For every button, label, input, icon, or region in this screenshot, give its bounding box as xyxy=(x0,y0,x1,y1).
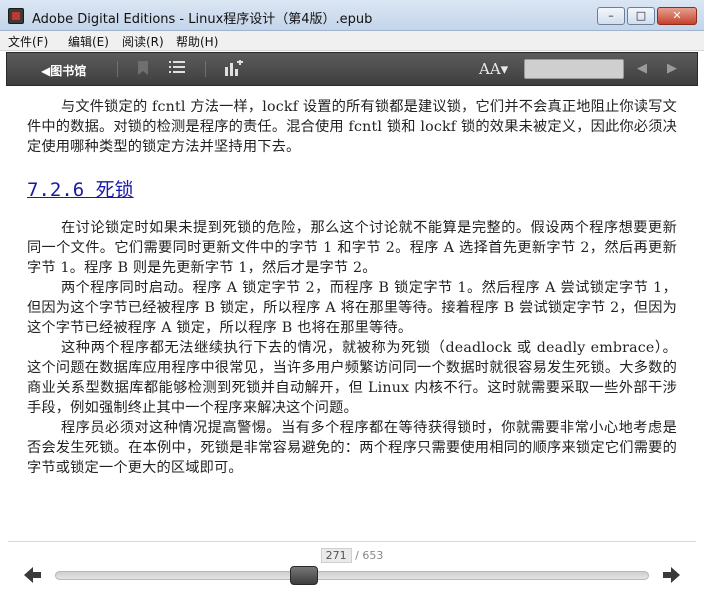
close-button[interactable]: ✕ xyxy=(657,7,697,25)
paragraph-intro: 与文件锁定的 fcntl 方法一样，lockf 设置的所有锁都是建议锁，它们并不… xyxy=(27,99,677,155)
paragraph: 程序员必须对这种情况提高警惕。当有多个程序都在等待获得锁时，你就需要非常小心地考… xyxy=(27,420,677,476)
app-icon xyxy=(8,8,24,24)
window-title: Adobe Digital Editions - Linux程序设计（第4版）.… xyxy=(32,12,373,27)
page-slider-thumb[interactable] xyxy=(289,566,318,585)
bookmark-icon[interactable] xyxy=(137,60,149,80)
toolbar-divider xyxy=(205,61,206,77)
menu-read[interactable]: 阅读(R) xyxy=(122,33,164,50)
title-bar: Adobe Digital Editions - Linux程序设计（第4版）.… xyxy=(0,0,704,31)
menu-edit[interactable]: 编辑(E) xyxy=(68,33,109,50)
arrow-right-icon[interactable] xyxy=(662,566,680,584)
paragraph: 两个程序同时启动。程序 A 锁定字节 2，而程序 B 锁定字节 1。然后程序 A… xyxy=(27,280,677,336)
search-prev-icon[interactable]: ◀ xyxy=(637,61,647,76)
page-indicator: 271 / 653 xyxy=(0,548,704,563)
footer-divider xyxy=(8,541,696,542)
maximize-button[interactable]: □ xyxy=(627,7,655,25)
page-slider[interactable] xyxy=(55,571,649,580)
minimize-button[interactable]: – xyxy=(597,7,625,25)
reader-toolbar: ◀图书馆 AA▾ ◀ ▶ xyxy=(6,52,698,86)
book-content: 与文件锁定的 fcntl 方法一样，lockf 设置的所有锁都是建议锁，它们并不… xyxy=(27,88,677,538)
total-pages: / 653 xyxy=(355,549,384,562)
paragraph: 在讨论锁定时如果未提到死锁的危险，那么这个讨论就不能算是完整的。假设两个程序想要… xyxy=(27,220,677,276)
paragraph: 这种两个程序都无法继续执行下去的情况，就被称为死锁（deadlock 或 dea… xyxy=(27,340,677,416)
library-button[interactable]: ◀图书馆 xyxy=(41,62,86,79)
menu-file[interactable]: 文件(F) xyxy=(8,33,48,50)
toolbar-divider xyxy=(117,61,118,77)
menu-bar: 文件(F) 编辑(E) 阅读(R) 帮助(H) xyxy=(0,31,704,51)
font-size-button[interactable]: AA▾ xyxy=(479,60,508,78)
arrow-left-icon[interactable] xyxy=(24,566,42,584)
section-heading[interactable]: 7.2.6 死锁 xyxy=(27,175,677,202)
search-input[interactable] xyxy=(524,59,624,79)
search-next-icon[interactable]: ▶ xyxy=(667,61,677,76)
list-icon[interactable] xyxy=(169,60,185,78)
chart-add-icon[interactable] xyxy=(225,59,243,80)
menu-help[interactable]: 帮助(H) xyxy=(176,33,218,50)
current-page-field[interactable]: 271 xyxy=(320,548,352,563)
